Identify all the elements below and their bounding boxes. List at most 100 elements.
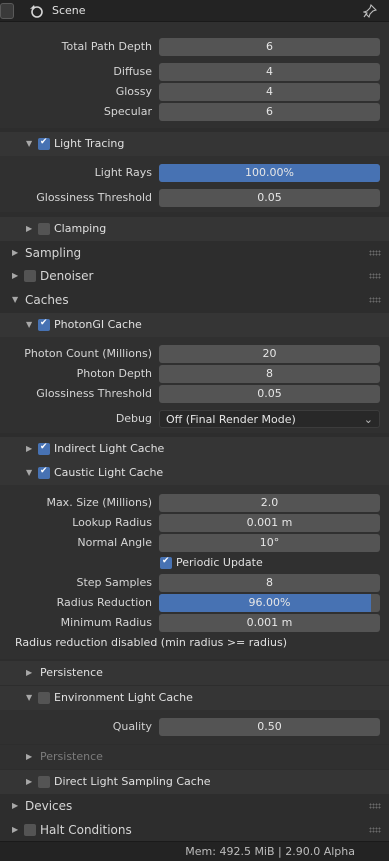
collapsed-arrow-icon[interactable]: ▶: [12, 248, 18, 257]
drag-handle-icon[interactable]: [369, 803, 381, 809]
photon-count-row: Photon Count (Millions) 20: [0, 344, 389, 364]
photongi-checkbox[interactable]: [38, 318, 50, 331]
minimum-radius-field[interactable]: 0.001 m: [159, 614, 380, 632]
photon-depth-label: Photon Depth: [76, 367, 152, 380]
status-bar: Mem: 492.5 MiB | 2.90.0 Alpha: [0, 841, 389, 861]
environment-cache-header[interactable]: ▼ Environment Light Cache: [0, 686, 389, 710]
env-persistence-header[interactable]: ▶ Persistence: [0, 745, 389, 769]
diffuse-row: Diffuse 4: [0, 62, 389, 82]
specular-label: Specular: [103, 105, 152, 118]
drag-handle-icon[interactable]: [369, 827, 381, 833]
drag-handle-icon[interactable]: [369, 297, 381, 303]
expanded-arrow-icon[interactable]: ▼: [12, 295, 18, 304]
environment-cache-checkbox[interactable]: [38, 692, 50, 704]
total-path-depth-row: Total Path Depth 6: [0, 37, 389, 57]
expanded-arrow-icon[interactable]: ▼: [26, 693, 32, 702]
normal-angle-field[interactable]: 10°: [159, 534, 380, 552]
editor-type-icon[interactable]: [0, 3, 14, 19]
glossy-field[interactable]: 4: [159, 83, 380, 101]
pin-icon[interactable]: [363, 4, 377, 18]
lookup-radius-field[interactable]: 0.001 m: [159, 514, 380, 532]
normal-angle-label: Normal Angle: [77, 536, 152, 549]
collapsed-arrow-icon[interactable]: ▶: [26, 777, 32, 786]
indirect-cache-checkbox[interactable]: [38, 442, 50, 455]
photon-depth-field[interactable]: 8: [159, 365, 380, 383]
halt-conditions-checkbox[interactable]: [24, 824, 36, 836]
collapsed-arrow-icon[interactable]: ▶: [12, 825, 18, 834]
lt-glossiness-row: Glossiness Threshold 0.05: [0, 188, 389, 208]
photon-count-field[interactable]: 20: [159, 345, 380, 363]
indirect-cache-title: Indirect Light Cache: [54, 442, 165, 455]
radius-reduction-slider[interactable]: 96.00%: [159, 594, 380, 612]
light-rays-label: Light Rays: [94, 166, 152, 179]
photongi-header[interactable]: ▼ PhotonGI Cache: [0, 313, 389, 337]
periodic-update-row: Periodic Update: [0, 553, 389, 573]
periodic-update-checkbox[interactable]: [160, 556, 172, 569]
devices-title: Devices: [25, 799, 73, 813]
persistence-header[interactable]: ▶ Persistence: [0, 661, 389, 685]
photongi-title: PhotonGI Cache: [54, 318, 142, 331]
clamping-checkbox[interactable]: [38, 223, 50, 235]
indirect-cache-header[interactable]: ▶ Indirect Light Cache: [0, 437, 389, 461]
collapsed-arrow-icon[interactable]: ▶: [26, 224, 32, 233]
caches-title: Caches: [25, 293, 69, 307]
direct-cache-header[interactable]: ▶ Direct Light Sampling Cache: [0, 770, 389, 794]
direct-cache-checkbox[interactable]: [38, 776, 50, 788]
light-rays-row: Light Rays 100.00%: [0, 163, 389, 183]
denoiser-checkbox[interactable]: [24, 270, 36, 282]
debug-dropdown[interactable]: Off (Final Render Mode) ⌄: [159, 410, 380, 428]
collapsed-arrow-icon[interactable]: ▶: [26, 444, 32, 453]
caustic-cache-checkbox[interactable]: [38, 466, 50, 479]
max-size-field[interactable]: 2.0: [159, 494, 380, 512]
denoiser-title: Denoiser: [40, 269, 94, 283]
radius-reduction-label: Radius Reduction: [56, 596, 152, 609]
clamping-header[interactable]: ▶ Clamping: [0, 217, 389, 241]
step-samples-row: Step Samples 8: [0, 573, 389, 593]
expanded-arrow-icon[interactable]: ▼: [26, 320, 32, 329]
collapsed-arrow-icon[interactable]: ▶: [26, 752, 32, 761]
env-persistence-title: Persistence: [40, 750, 103, 763]
quality-field[interactable]: 0.50: [159, 718, 380, 736]
diffuse-label: Diffuse: [113, 65, 152, 78]
light-tracing-checkbox[interactable]: [38, 137, 50, 150]
periodic-update-label: Periodic Update: [176, 556, 263, 569]
glossy-label: Glossy: [115, 85, 152, 98]
halt-conditions-header[interactable]: ▶ Halt Conditions: [0, 818, 389, 842]
pg-glossiness-row: Glossiness Threshold 0.05: [0, 384, 389, 404]
minimum-radius-label: Minimum Radius: [60, 616, 152, 629]
lookup-radius-row: Lookup Radius 0.001 m: [0, 513, 389, 533]
sampling-header[interactable]: ▶ Sampling: [0, 241, 389, 265]
collapsed-arrow-icon[interactable]: ▶: [26, 668, 32, 677]
diffuse-field[interactable]: 4: [159, 63, 380, 81]
specular-row: Specular 6: [0, 102, 389, 122]
lt-glossiness-field[interactable]: 0.05: [159, 189, 380, 207]
sampling-title: Sampling: [25, 246, 82, 260]
max-size-row: Max. Size (Millions) 2.0: [0, 493, 389, 513]
light-rays-slider[interactable]: 100.00%: [159, 164, 380, 182]
expanded-arrow-icon[interactable]: ▼: [26, 139, 32, 148]
drag-handle-icon[interactable]: [369, 250, 381, 256]
radius-reduction-row: Radius Reduction 96.00%: [0, 593, 389, 613]
devices-header[interactable]: ▶ Devices: [0, 794, 389, 818]
caustic-cache-header[interactable]: ▼ Caustic Light Cache: [0, 461, 389, 485]
denoiser-header[interactable]: ▶ Denoiser: [0, 264, 389, 288]
caches-header[interactable]: ▼ Caches: [0, 288, 389, 312]
photongi-panel: Photon Count (Millions) 20 Photon Depth …: [0, 337, 389, 433]
environment-panel: Quality 0.50: [0, 710, 389, 744]
glossy-row: Glossy 4: [0, 82, 389, 102]
drag-handle-icon[interactable]: [369, 273, 381, 279]
halt-conditions-title: Halt Conditions: [40, 823, 132, 837]
specular-field[interactable]: 6: [159, 103, 380, 121]
step-samples-field[interactable]: 8: [159, 574, 380, 592]
pg-glossiness-label: Glossiness Threshold: [36, 387, 152, 400]
lookup-radius-label: Lookup Radius: [72, 516, 152, 529]
collapsed-arrow-icon[interactable]: ▶: [12, 801, 18, 810]
pg-glossiness-field[interactable]: 0.05: [159, 385, 380, 403]
minimum-radius-row: Minimum Radius 0.001 m: [0, 613, 389, 633]
light-tracing-title: Light Tracing: [54, 137, 125, 150]
normal-angle-row: Normal Angle 10°: [0, 533, 389, 553]
expanded-arrow-icon[interactable]: ▼: [26, 468, 32, 477]
light-tracing-header[interactable]: ▼ Light Tracing: [0, 132, 389, 156]
collapsed-arrow-icon[interactable]: ▶: [12, 271, 18, 280]
total-path-depth-field[interactable]: 6: [159, 38, 380, 56]
